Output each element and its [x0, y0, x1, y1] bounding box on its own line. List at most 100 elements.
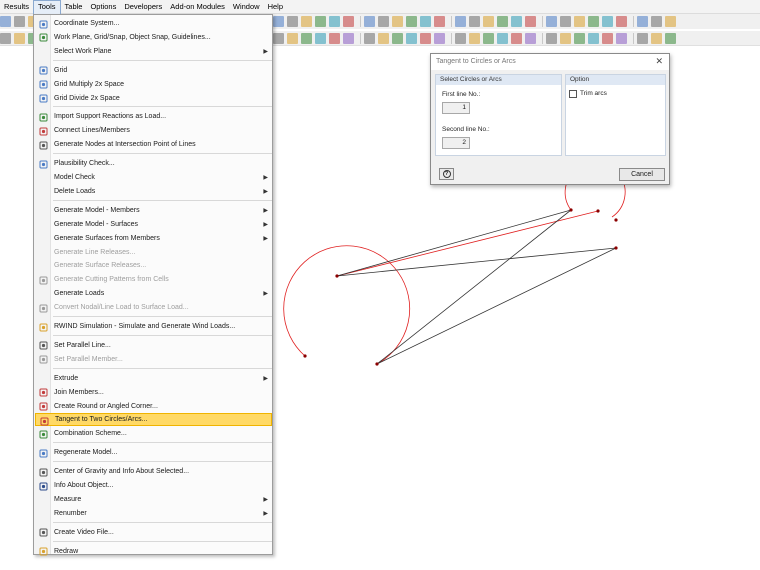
menu-item-model-check[interactable]: Model Check ▶: [35, 171, 272, 184]
submenu-arrow-icon: ▶: [263, 48, 268, 55]
menu-item-label: Coordinate System...: [54, 20, 120, 27]
node[interactable]: [303, 354, 307, 358]
menu-item-renumber[interactable]: Renumber ▶: [35, 507, 272, 520]
menu-item-connect-lines-members[interactable]: Connect Lines/Members: [35, 124, 272, 137]
menu-item-generate-surface-releases: Generate Surface Releases...: [35, 259, 272, 272]
select-circles-heading: Select Circles or Arcs: [440, 76, 502, 83]
menu-item-extrude[interactable]: Extrude ▶: [35, 372, 272, 385]
menu-item-label: Generate Line Releases...: [54, 248, 136, 256]
menu-item-label: Grid Divide 2x Space: [54, 94, 120, 102]
red-tangent-line[interactable]: [336, 210, 599, 277]
menu-item-tangent-to-two-circles-arcs[interactable]: Tangent to Two Circles/Arcs...: [35, 413, 272, 427]
help-button[interactable]: ?: [439, 168, 454, 180]
menu-item-center-of-gravity-and-info-about-selected[interactable]: Center of Gravity and Info About Selecte…: [35, 465, 272, 478]
menu-item-info-about-object[interactable]: Info About Object...: [35, 479, 272, 492]
node[interactable]: [375, 362, 379, 366]
tangent-line-bottom[interactable]: [376, 247, 617, 365]
center-of-gravity-icon: [38, 467, 48, 477]
menu-item-label: Create Video File...: [54, 528, 114, 536]
tangent-circles-icon: [39, 416, 49, 426]
menu-item-label: Connect Lines/Members: [54, 127, 130, 135]
menu-item-grid-divide-2x-space[interactable]: Grid Divide 2x Space: [35, 92, 272, 105]
menu-item-label: Tangent to Two Circles/Arcs...: [55, 416, 148, 424]
menu-item-label: Renumber: [54, 509, 87, 517]
tools-menu-dropdown: Coordinate System... Work Plane, Grid/Sna…: [33, 14, 273, 558]
submenu-arrow-icon: ▶: [263, 496, 268, 503]
menu-item-coordinate-system[interactable]: Coordinate System...: [35, 17, 272, 30]
submenu-arrow-icon: ▶: [263, 510, 268, 517]
join-members-icon: [38, 388, 48, 398]
tangent-line-top[interactable]: [336, 209, 572, 277]
menu-item-grid[interactable]: Grid: [35, 64, 272, 77]
dialog-titlebar[interactable]: Tangent to Circles or Arcs ✕: [431, 54, 669, 70]
menu-item-measure[interactable]: Measure ▶: [35, 493, 272, 506]
menu-item-set-parallel-member: Set Parallel Member...: [35, 353, 272, 366]
select-circles-group: Select Circles or Arcs First line No.: 1…: [435, 74, 562, 156]
trim-arcs-checkbox[interactable]: [569, 90, 577, 98]
convert-load-icon: [38, 303, 48, 313]
regenerate-icon: [38, 448, 48, 458]
combination-scheme-icon: [38, 429, 48, 439]
second-line-input[interactable]: 2: [442, 137, 470, 149]
submenu-arrow-icon: ▶: [263, 221, 268, 228]
cutting-patterns-icon: [38, 275, 48, 285]
first-line-label: First line No.:: [442, 91, 481, 98]
menu-item-label: Redraw: [54, 547, 79, 555]
menu-item-label: Measure: [54, 495, 82, 503]
close-icon[interactable]: ✕: [655, 56, 663, 67]
redraw-icon: [38, 547, 48, 557]
menu-item-grid-multiply-2x-space[interactable]: Grid Multiply 2x Space: [35, 78, 272, 91]
menu-item-generate-surfaces-from-members[interactable]: Generate Surfaces from Members ▶: [35, 232, 272, 245]
menu-item-join-members[interactable]: Join Members...: [35, 386, 272, 399]
menu-item-generate-model-members[interactable]: Generate Model - Members ▶: [35, 204, 272, 217]
round-corner-icon: [38, 402, 48, 412]
menu-item-work-plane-grid-snap-object-snap-guidelines[interactable]: Work Plane, Grid/Snap, Object Snap, Guid…: [35, 31, 272, 44]
node[interactable]: [614, 246, 618, 250]
menu-item-generate-model-surfaces[interactable]: Generate Model - Surfaces ▶: [35, 218, 272, 231]
first-line-input[interactable]: 1: [442, 102, 470, 114]
work-plane-icon: [38, 33, 48, 43]
menu-item-combination-scheme[interactable]: Combination Scheme...: [35, 427, 272, 440]
rwind-icon: [38, 322, 48, 332]
menu-separator: [53, 199, 272, 201]
parallel-line-icon: [38, 341, 48, 351]
grid-icon: [38, 66, 48, 76]
menu-item-delete-loads[interactable]: Delete Loads ▶: [35, 185, 272, 198]
node[interactable]: [596, 209, 600, 213]
parallel-member-icon: [38, 355, 48, 365]
node[interactable]: [569, 208, 573, 212]
tangent-dialog: Tangent to Circles or Arcs ✕ Select Circ…: [430, 53, 670, 185]
menu-item-generate-loads[interactable]: Generate Loads ▶: [35, 287, 272, 300]
menu-item-redraw[interactable]: Redraw: [35, 545, 272, 558]
menu-item-label: Generate Model - Surfaces: [54, 220, 139, 228]
menu-item-label: RWIND Simulation - Simulate and Generate…: [54, 323, 236, 330]
menu-item-rwind-simulation-simulate-and-generate-wind-loads[interactable]: RWIND Simulation - Simulate and Generate…: [35, 320, 272, 333]
node[interactable]: [614, 218, 618, 222]
dialog-title: Tangent to Circles or Arcs: [436, 58, 516, 65]
menu-item-label: Set Parallel Member...: [54, 355, 123, 363]
option-heading: Option: [570, 76, 590, 83]
menu-item-generate-cutting-patterns-from-cells: Generate Cutting Patterns from Cells: [35, 273, 272, 286]
menu-separator: [53, 442, 272, 444]
tangent-line-cross-2[interactable]: [336, 247, 617, 277]
menu-item-regenerate-model[interactable]: Regenerate Model...: [35, 446, 272, 459]
menu-separator: [53, 461, 272, 463]
menu-item-select-work-plane[interactable]: Select Work Plane ▶: [35, 45, 272, 58]
menu-item-label: Generate Cutting Patterns from Cells: [54, 276, 169, 284]
group-header: Option: [566, 75, 665, 85]
menu-item-create-video-file[interactable]: Create Video File...: [35, 526, 272, 539]
menu-item-plausibility-check[interactable]: Plausibility Check...: [35, 157, 272, 170]
cancel-button[interactable]: Cancel: [619, 168, 665, 181]
second-line-label: Second line No.:: [442, 126, 490, 133]
menu-item-set-parallel-line[interactable]: Set Parallel Line...: [35, 339, 272, 352]
menu-item-import-support-reactions-as-load[interactable]: Import Support Reactions as Load...: [35, 110, 272, 123]
menu-separator: [53, 153, 272, 155]
menu-item-label: Create Round or Angled Corner...: [54, 402, 158, 410]
menu-separator: [53, 521, 272, 523]
intersection-nodes-icon: [38, 140, 48, 150]
large-arc[interactable]: [283, 245, 411, 365]
menu-item-generate-nodes-at-intersection-point-of-lines[interactable]: Generate Nodes at Intersection Point of …: [35, 138, 272, 151]
connect-lines-icon: [38, 126, 48, 136]
node[interactable]: [335, 274, 339, 278]
menu-item-create-round-or-angled-corner[interactable]: Create Round or Angled Corner...: [35, 400, 272, 413]
